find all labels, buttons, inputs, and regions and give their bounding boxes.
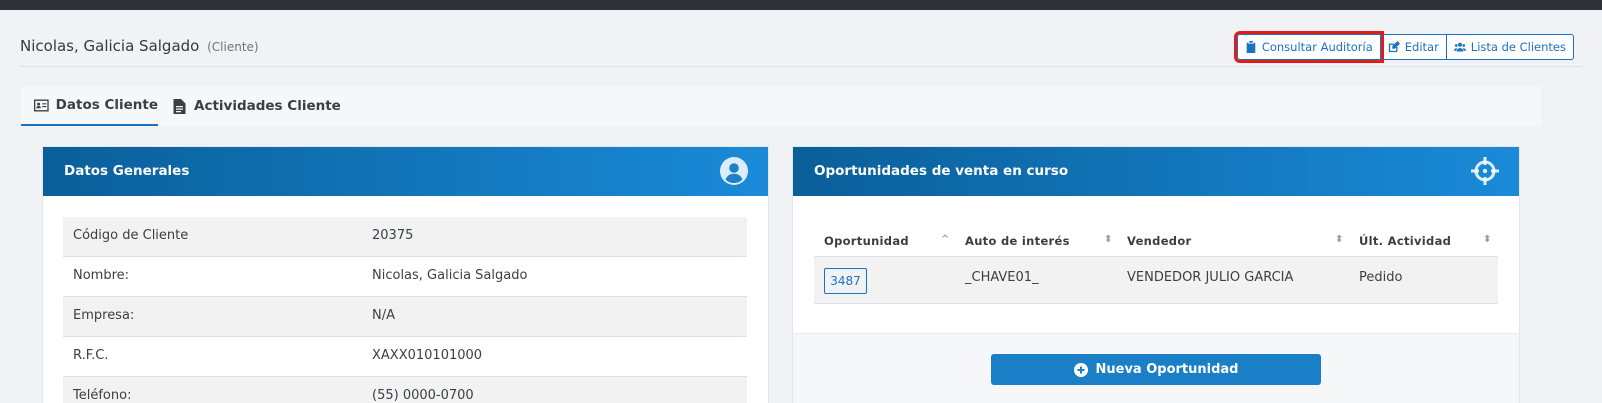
tab-container: Datos Cliente Actividades Cliente Datos … <box>21 86 1541 403</box>
table-row: Código de Cliente 20375 <box>63 217 747 257</box>
table-row: 3487 _CHAVE01_ VENDEDOR JULIO GARCIA Ped… <box>814 257 1498 304</box>
edit-icon <box>1388 41 1400 53</box>
datos-generales-card: Datos Generales Código de Cliente 20375 … <box>42 146 769 403</box>
tab-actividades-cliente[interactable]: Actividades Cliente <box>171 86 341 126</box>
table-row: Teléfono: (55) 0000-0700 <box>63 377 747 403</box>
seller-name: VENDEDOR JULIO GARCIA <box>1127 270 1294 285</box>
edit-button-label: Editar <box>1404 40 1439 54</box>
field-value: Nicolas, Galicia Salgado <box>372 268 528 283</box>
table-row: Empresa: N/A <box>63 297 747 337</box>
clipboard-icon <box>1246 41 1256 53</box>
tab-body: Datos Generales Código de Cliente 20375 … <box>21 126 1541 403</box>
field-label: Código de Cliente <box>73 228 189 243</box>
tab-datos-cliente-label: Datos Cliente <box>55 97 158 113</box>
id-card-icon <box>34 99 49 111</box>
last-activity: Pedido <box>1359 270 1403 285</box>
tab-actividades-cliente-label: Actividades Cliente <box>194 98 341 114</box>
field-value: XAXX010101000 <box>372 348 483 363</box>
car-of-interest: _CHAVE01_ <box>965 270 1039 285</box>
top-bar <box>0 0 1602 10</box>
sort-icon[interactable]: ⬍ <box>1335 234 1344 245</box>
edit-button[interactable]: Editar <box>1380 34 1447 60</box>
table-header-row: Oportunidad ^ Auto de interés ⬍ Vendedor… <box>814 227 1498 257</box>
column-header-auto[interactable]: Auto de interés <box>965 234 1070 248</box>
client-role: (Cliente) <box>207 40 259 54</box>
tab-strip: Datos Cliente Actividades Cliente <box>21 86 1541 126</box>
oportunidades-table: Oportunidad ^ Auto de interés ⬍ Vendedor… <box>814 227 1498 304</box>
field-value: (55) 0000-0700 <box>372 388 474 403</box>
audit-button-label: Consultar Auditoría <box>1261 40 1373 54</box>
field-value: N/A <box>372 308 395 323</box>
field-label: R.F.C. <box>73 348 109 363</box>
datos-generales-table: Código de Cliente 20375 Nombre: Nicolas,… <box>63 217 747 403</box>
datos-generales-header: Datos Generales <box>43 147 768 196</box>
audit-button[interactable]: Consultar Auditoría <box>1233 31 1384 63</box>
column-header-ult-actividad[interactable]: Últ. Actividad <box>1359 234 1451 248</box>
oportunidades-title: Oportunidades de venta en curso <box>814 163 1069 179</box>
table-row: Nombre: Nicolas, Galicia Salgado <box>63 257 747 297</box>
field-label: Nombre: <box>73 268 130 283</box>
sort-icon[interactable]: ⬍ <box>1104 234 1113 245</box>
client-list-button[interactable]: Lista de Clientes <box>1446 34 1574 60</box>
column-header-vendedor[interactable]: Vendedor <box>1127 234 1192 248</box>
field-label: Teléfono: <box>73 388 132 403</box>
column-header-oportunidad[interactable]: Oportunidad <box>824 234 909 248</box>
client-list-button-label: Lista de Clientes <box>1470 40 1566 54</box>
user-circle-icon <box>720 157 748 185</box>
table-row: R.F.C. XAXX010101000 <box>63 337 747 377</box>
new-opportunity-button[interactable]: Nueva Oportunidad <box>991 354 1321 385</box>
new-opportunity-label: Nueva Oportunidad <box>1095 362 1239 377</box>
oportunidades-card: Oportunidades de venta en curso Oportuni… <box>792 146 1520 403</box>
page-title: Nicolas, Galicia Salgado (Cliente) <box>20 37 259 55</box>
crosshairs-icon <box>1471 157 1499 185</box>
file-icon <box>173 98 186 114</box>
field-label: Empresa: <box>73 308 135 323</box>
oportunidades-footer: Nueva Oportunidad <box>793 333 1519 403</box>
opportunity-id-link[interactable]: 3487 <box>824 268 867 294</box>
sort-icon[interactable]: ⬍ <box>1483 234 1492 245</box>
datos-generales-title: Datos Generales <box>64 163 190 179</box>
plus-circle-icon <box>1073 362 1088 377</box>
users-icon <box>1453 42 1466 52</box>
header-button-group: Consultar Auditoría Editar Lista de Clie… <box>1233 31 1574 63</box>
oportunidades-header: Oportunidades de venta en curso <box>793 147 1519 196</box>
page-header: Nicolas, Galicia Salgado (Cliente) Consu… <box>20 10 1582 67</box>
sort-asc-icon[interactable]: ^ <box>941 234 950 245</box>
field-value: 20375 <box>372 228 414 243</box>
tab-datos-cliente[interactable]: Datos Cliente <box>21 86 158 126</box>
client-name: Nicolas, Galicia Salgado <box>20 37 200 55</box>
